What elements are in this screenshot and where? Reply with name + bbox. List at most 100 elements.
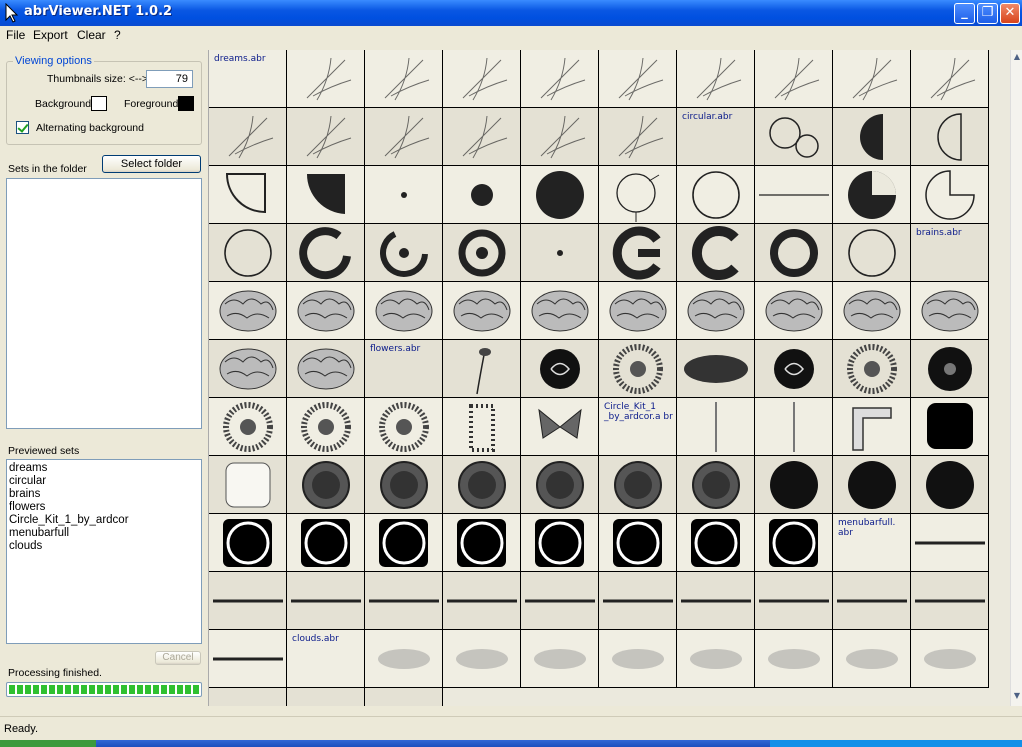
brush-thumbnail[interactable]	[521, 166, 599, 224]
brush-thumbnail[interactable]	[911, 398, 989, 456]
brush-thumbnail[interactable]	[599, 514, 677, 572]
brush-thumbnail[interactable]	[287, 572, 365, 630]
brush-thumbnail[interactable]	[209, 688, 287, 706]
list-item[interactable]: Circle_Kit_1_by_ardcor	[7, 514, 201, 527]
brush-thumbnail[interactable]	[755, 166, 833, 224]
brush-thumbnail[interactable]	[677, 50, 755, 108]
brush-thumbnail[interactable]	[443, 572, 521, 630]
brush-thumbnail[interactable]	[521, 514, 599, 572]
brush-thumbnail[interactable]	[677, 572, 755, 630]
brush-thumbnail[interactable]	[677, 224, 755, 282]
brush-thumbnail[interactable]	[365, 108, 443, 166]
brush-thumbnail[interactable]	[755, 630, 833, 688]
brush-thumbnail[interactable]	[443, 456, 521, 514]
brush-thumbnail[interactable]	[599, 108, 677, 166]
brush-thumbnail[interactable]	[911, 166, 989, 224]
brush-thumbnail[interactable]	[755, 50, 833, 108]
brush-thumbnail[interactable]	[443, 282, 521, 340]
brush-thumbnail[interactable]	[365, 456, 443, 514]
brush-thumbnail[interactable]	[911, 340, 989, 398]
brush-thumbnail[interactable]	[521, 282, 599, 340]
brush-thumbnail[interactable]	[833, 456, 911, 514]
menu-help[interactable]: ?	[114, 28, 121, 42]
background-color-swatch[interactable]	[91, 96, 107, 111]
previewed-sets-list[interactable]: dreams circular brains flowers Circle_Ki…	[6, 459, 202, 644]
folder-sets-list[interactable]	[6, 178, 202, 429]
select-folder-button[interactable]: Select folder	[102, 155, 201, 173]
brush-thumbnail[interactable]	[287, 398, 365, 456]
menu-export[interactable]: Export	[33, 28, 68, 42]
menu-file[interactable]: File	[6, 28, 25, 42]
brush-thumbnail[interactable]	[677, 456, 755, 514]
brush-thumbnail[interactable]	[443, 166, 521, 224]
brush-thumbnail[interactable]	[209, 514, 287, 572]
brush-thumbnail[interactable]	[911, 630, 989, 688]
brush-thumbnail[interactable]	[365, 688, 443, 706]
brush-thumbnail[interactable]	[677, 166, 755, 224]
minimize-button[interactable]: _	[954, 3, 975, 24]
brush-thumbnail[interactable]	[755, 514, 833, 572]
brush-thumbnail[interactable]	[599, 166, 677, 224]
list-item[interactable]: circular	[7, 475, 201, 488]
brush-thumbnail[interactable]	[365, 224, 443, 282]
brush-thumbnail[interactable]	[287, 108, 365, 166]
close-button[interactable]: ✕	[1000, 3, 1020, 24]
brush-thumbnail[interactable]	[599, 456, 677, 514]
brush-thumbnail[interactable]	[443, 50, 521, 108]
brush-thumbnail[interactable]	[287, 50, 365, 108]
brush-thumbnail[interactable]	[833, 282, 911, 340]
list-item[interactable]: flowers	[7, 501, 201, 514]
brush-thumbnail[interactable]	[365, 50, 443, 108]
list-item[interactable]: dreams	[7, 462, 201, 475]
vertical-scrollbar[interactable]: ▲ ▼	[1010, 50, 1022, 706]
brush-thumbnail[interactable]	[833, 398, 911, 456]
brush-thumbnail[interactable]	[599, 572, 677, 630]
brush-thumbnail[interactable]	[209, 224, 287, 282]
brush-thumbnail[interactable]	[911, 456, 989, 514]
brush-thumbnail[interactable]	[911, 282, 989, 340]
brush-thumbnail[interactable]	[677, 398, 755, 456]
brush-thumbnail[interactable]	[209, 108, 287, 166]
brush-thumbnail[interactable]	[287, 688, 365, 706]
brush-thumbnail[interactable]	[599, 224, 677, 282]
brush-thumbnail[interactable]	[443, 398, 521, 456]
brush-thumbnail[interactable]	[287, 224, 365, 282]
brush-thumbnail[interactable]	[911, 108, 989, 166]
brush-thumbnail[interactable]	[833, 340, 911, 398]
brush-thumbnail[interactable]	[677, 514, 755, 572]
brush-thumbnail[interactable]	[209, 166, 287, 224]
brush-thumbnail[interactable]	[365, 166, 443, 224]
brush-thumbnail[interactable]	[287, 456, 365, 514]
brush-thumbnail[interactable]	[521, 398, 599, 456]
brush-thumbnail[interactable]	[833, 224, 911, 282]
brush-thumbnail[interactable]	[599, 282, 677, 340]
brush-thumbnail[interactable]	[833, 572, 911, 630]
brush-thumbnail[interactable]	[755, 224, 833, 282]
brush-thumbnail[interactable]	[599, 340, 677, 398]
brush-thumbnail[interactable]	[521, 224, 599, 282]
brush-thumbnail[interactable]	[287, 340, 365, 398]
brush-thumbnail[interactable]	[209, 398, 287, 456]
brush-thumbnail[interactable]	[599, 50, 677, 108]
foreground-color-swatch[interactable]	[178, 96, 194, 111]
brush-thumbnail[interactable]	[755, 398, 833, 456]
list-item[interactable]: menubarfull	[7, 527, 201, 540]
brush-thumbnail[interactable]	[911, 50, 989, 108]
brush-thumbnail[interactable]	[521, 340, 599, 398]
brush-thumbnail[interactable]	[443, 630, 521, 688]
brush-thumbnail[interactable]	[287, 166, 365, 224]
restore-button[interactable]: ❐	[977, 3, 998, 24]
brush-thumbnail[interactable]	[443, 514, 521, 572]
brush-thumbnail[interactable]	[677, 282, 755, 340]
brush-thumbnail[interactable]	[443, 340, 521, 398]
brush-thumbnail[interactable]	[755, 108, 833, 166]
brush-thumbnail[interactable]	[365, 572, 443, 630]
thumbnails-size-input[interactable]: 79	[146, 70, 193, 88]
brush-thumbnail[interactable]	[521, 572, 599, 630]
brush-thumbnail[interactable]	[833, 108, 911, 166]
brush-thumbnail[interactable]	[209, 630, 287, 688]
brush-thumbnail[interactable]	[833, 50, 911, 108]
brush-thumbnail[interactable]	[365, 514, 443, 572]
brush-thumbnail[interactable]	[287, 514, 365, 572]
brush-thumbnail[interactable]	[365, 630, 443, 688]
